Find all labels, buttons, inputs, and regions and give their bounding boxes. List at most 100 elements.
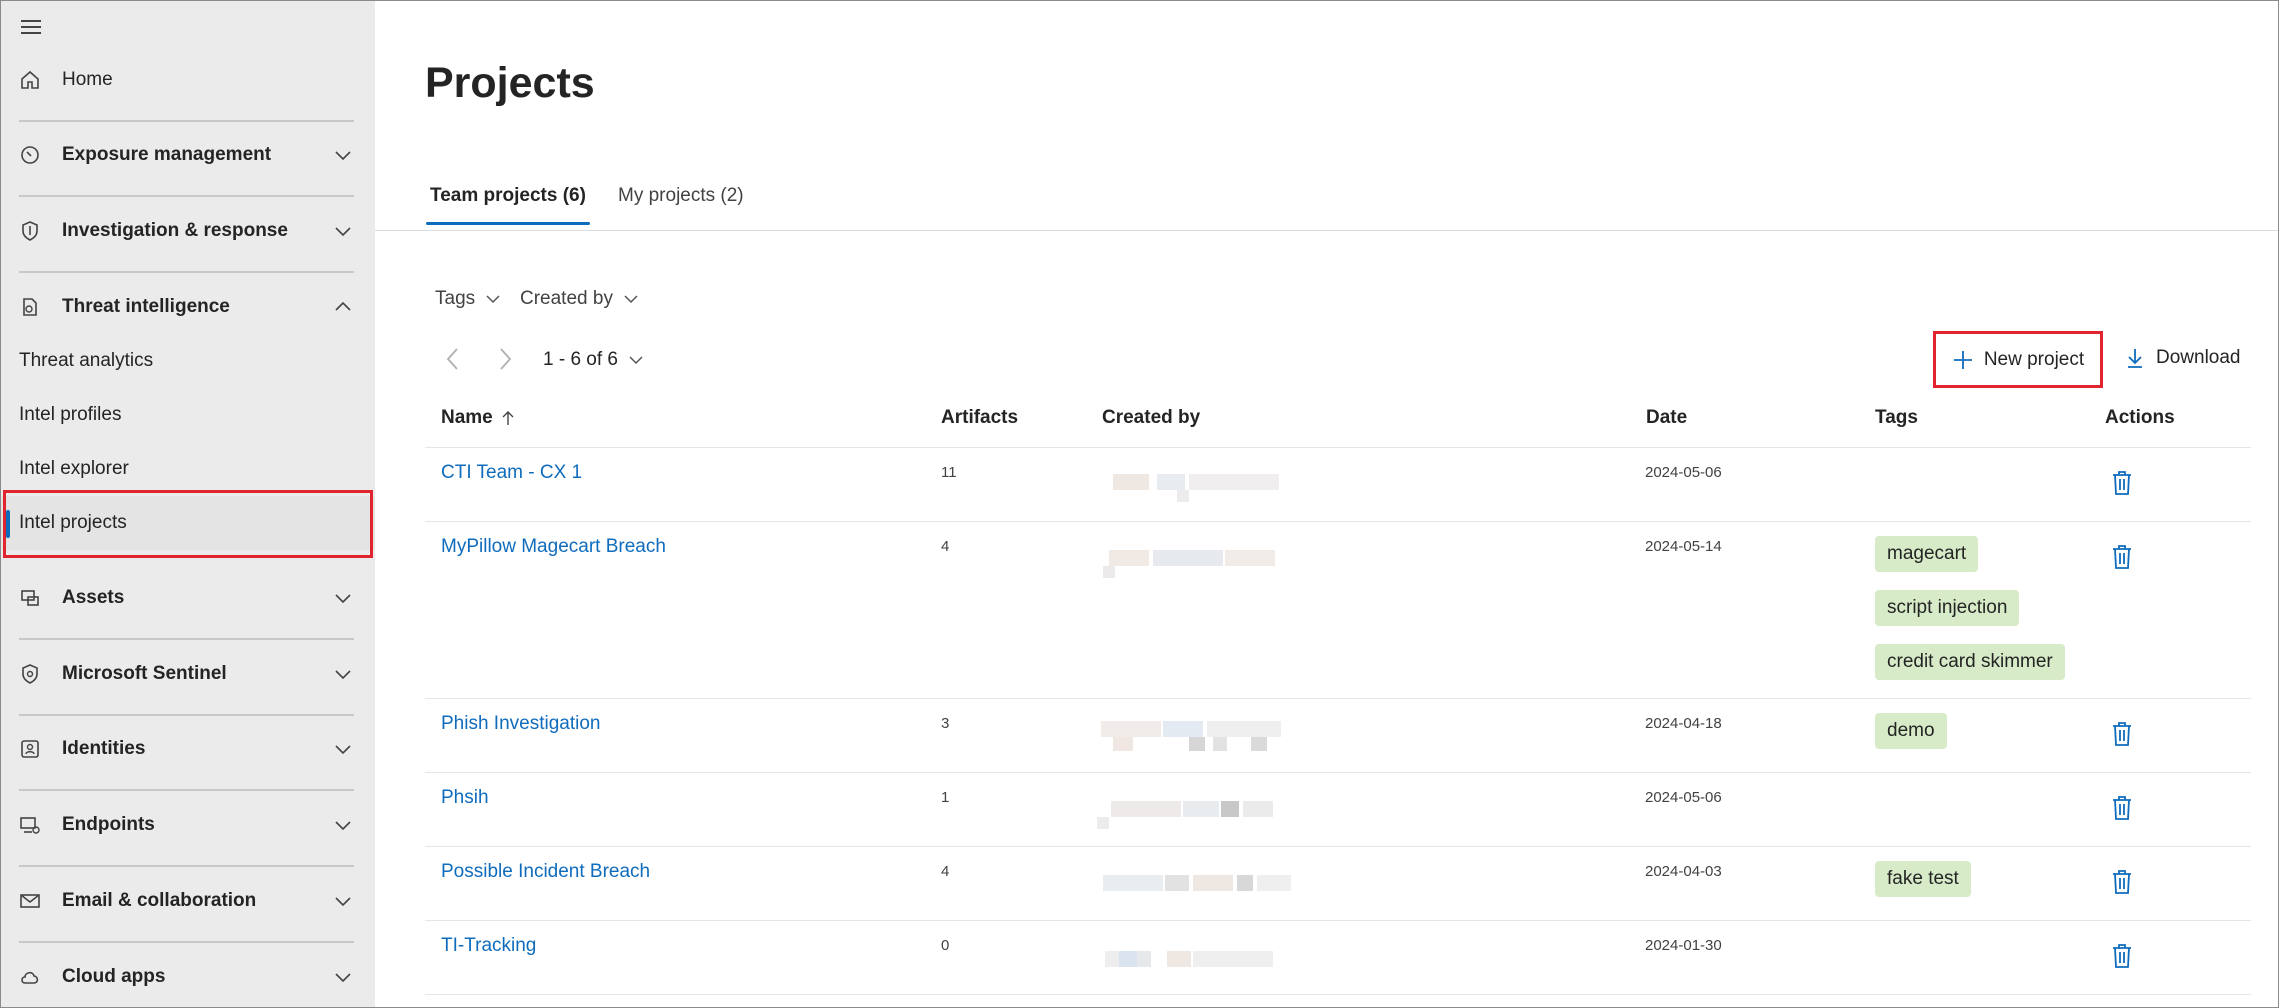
trash-icon[interactable]: [2111, 470, 2133, 496]
divider: [19, 120, 354, 122]
divider: [19, 789, 354, 791]
project-name-link[interactable]: Phsih: [441, 787, 489, 809]
column-header-actions: Actions: [2105, 407, 2175, 428]
sidebar-item-label: Microsoft Sentinel: [62, 663, 227, 684]
sidebar-item-intel-explorer[interactable]: Intel explorer: [1, 442, 375, 496]
column-header-created-by[interactable]: Created by: [1102, 407, 1200, 429]
sidebar-item-label: Email & collaboration: [62, 890, 257, 911]
sidebar-item-home[interactable]: Home: [1, 53, 375, 107]
date-value: 2024-04-03: [1645, 863, 1722, 880]
tag-chip: credit card skimmer: [1875, 644, 2065, 680]
trash-icon[interactable]: [2111, 795, 2133, 821]
project-name-link[interactable]: MyPillow Magecart Breach: [441, 536, 666, 558]
sidebar-item-sentinel[interactable]: Microsoft Sentinel: [1, 647, 375, 701]
sidebar-item-endpoints[interactable]: Endpoints: [1, 798, 375, 852]
tab-bar: Team projects (6) My projects (2): [375, 173, 2278, 231]
project-name-link[interactable]: Possible Incident Breach: [441, 861, 650, 883]
new-project-label: New project: [1983, 348, 2085, 370]
project-name-link[interactable]: CTI Team - CX 1: [441, 462, 582, 484]
arrow-up-icon: [502, 411, 514, 425]
sidebar-item-label: Threat analytics: [19, 350, 154, 371]
artifacts-count: 3: [941, 715, 950, 732]
tab-team-projects[interactable]: Team projects (6): [426, 185, 590, 225]
trash-icon[interactable]: [2111, 943, 2133, 969]
sidebar-item-cloud-apps[interactable]: Cloud apps: [1, 950, 375, 1004]
sidebar-item-assets[interactable]: Assets: [1, 571, 375, 625]
tab-my-projects[interactable]: My projects (2): [618, 185, 744, 225]
artifacts-count: 11: [941, 464, 957, 481]
project-name-link[interactable]: Phish Investigation: [441, 713, 601, 735]
chevron-up-icon: [335, 301, 351, 311]
highlight-box: [3, 490, 373, 558]
sidebar-item-label: Intel explorer: [19, 458, 129, 479]
home-icon: [21, 70, 39, 89]
chevron-down-icon: [335, 151, 351, 161]
redacted-creator: [1097, 785, 1297, 829]
sidebar-item-label: Intel profiles: [19, 404, 122, 425]
sidebar-item-label: Exposure management: [62, 144, 272, 165]
chevron-down-icon: [335, 973, 351, 983]
redacted-creator: [1097, 859, 1297, 895]
table-row: TI-Tracking 0 2024-01-30: [425, 921, 2251, 995]
assets-icon: [21, 590, 39, 606]
sidebar-item-threat-analytics[interactable]: Threat analytics: [1, 334, 375, 388]
chevron-down-icon: [335, 897, 351, 907]
main-content: Projects Team projects (6) My projects (…: [375, 1, 2278, 1007]
divider: [19, 271, 354, 273]
plus-icon: [1953, 350, 1972, 369]
column-header-tags[interactable]: Tags: [1875, 407, 1918, 429]
sidebar-item-intel-profiles[interactable]: Intel profiles: [1, 388, 375, 442]
sidebar-item-label: Home: [62, 69, 113, 90]
tag-chip: demo: [1875, 713, 1947, 749]
pager-range-label: 1 - 6 of 6: [543, 349, 618, 370]
trash-icon[interactable]: [2111, 869, 2133, 895]
artifacts-count: 4: [941, 863, 950, 880]
sidebar-item-label: Identities: [62, 738, 146, 759]
trash-icon[interactable]: [2111, 721, 2133, 747]
artifacts-count: 1: [941, 789, 950, 806]
hamburger-icon[interactable]: [19, 15, 43, 39]
chevron-down-icon: [486, 295, 500, 304]
table-row: Possible Incident Breach 4 2024-04-03 fa…: [425, 847, 2251, 921]
cloud-icon: [21, 971, 39, 984]
mail-icon: [20, 894, 40, 908]
sentinel-icon: [22, 664, 38, 684]
trash-icon[interactable]: [2111, 544, 2133, 570]
chevron-down-icon: [335, 821, 351, 831]
redacted-creator: [1097, 711, 1297, 751]
column-header-artifacts[interactable]: Artifacts: [941, 407, 1018, 429]
chevron-down-icon: [335, 670, 351, 680]
redacted-creator: [1097, 534, 1297, 578]
sidebar-item-label: Assets: [62, 587, 125, 608]
table-row: CTI Team - CX 1 11 2024-05-06: [425, 448, 2251, 522]
sidebar-item-identities[interactable]: Identities: [1, 722, 375, 776]
divider: [19, 638, 354, 640]
pager-range[interactable]: 1 - 6 of 6: [543, 349, 644, 371]
chevron-down-icon: [335, 227, 351, 237]
date-value: 2024-05-14: [1645, 538, 1722, 555]
project-name-link[interactable]: TI-Tracking: [441, 935, 536, 957]
redacted-creator: [1097, 460, 1297, 502]
date-value: 2024-05-06: [1645, 464, 1722, 481]
chevron-right-icon[interactable]: [493, 345, 517, 373]
sidebar-item-email[interactable]: Email & collaboration: [1, 874, 375, 928]
sidebar-item-exposure[interactable]: Exposure management: [1, 128, 375, 182]
sidebar-item-label: Endpoints: [62, 814, 155, 835]
filter-label: Tags: [435, 288, 476, 309]
column-header-name[interactable]: Name: [441, 407, 515, 429]
sidebar-item-investigation[interactable]: Investigation & response: [1, 204, 375, 258]
chevron-left-icon[interactable]: [441, 345, 465, 373]
divider: [19, 865, 354, 867]
date-value: 2024-01-30: [1645, 937, 1722, 954]
sidebar-item-label: Threat intelligence: [62, 296, 230, 317]
download-button[interactable]: Download: [2124, 347, 2241, 369]
column-header-date[interactable]: Date: [1646, 407, 1687, 429]
filter-tags[interactable]: Tags: [435, 288, 501, 310]
redacted-creator: [1097, 933, 1297, 969]
sidebar-item-threat-intelligence[interactable]: Threat intelligence: [1, 280, 375, 334]
table-row: Phish Investigation 3 2024-04-18 demo: [425, 699, 2251, 773]
filter-created-by[interactable]: Created by: [520, 288, 639, 310]
tag-chip: magecart: [1875, 536, 1979, 572]
identity-icon: [21, 740, 39, 758]
new-project-button[interactable]: New project: [1933, 331, 2103, 388]
